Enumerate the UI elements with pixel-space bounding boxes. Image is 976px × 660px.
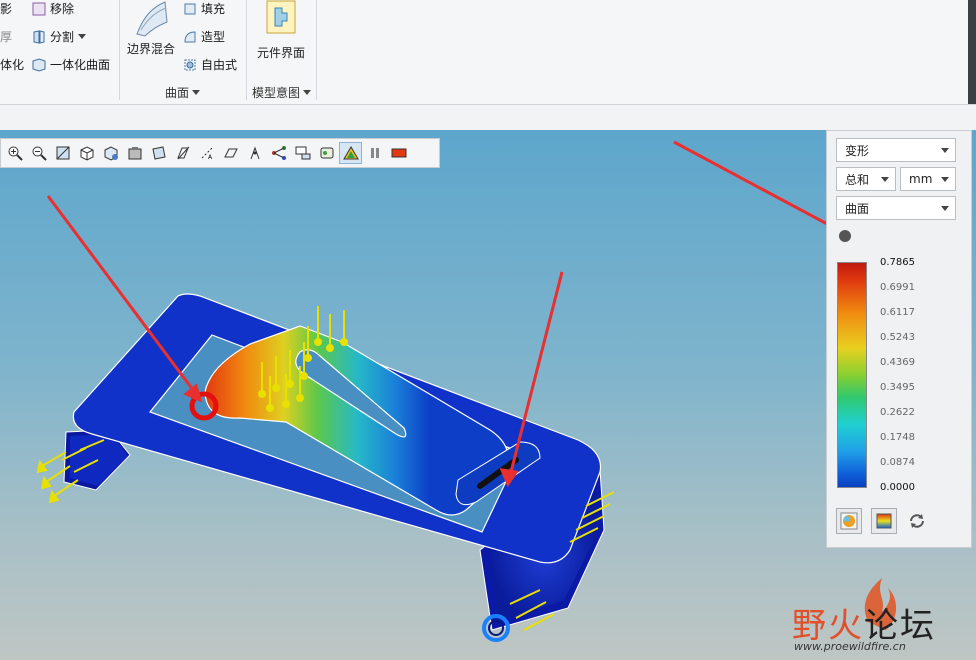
datum-axis-button[interactable]: A bbox=[195, 142, 218, 164]
legend-value: 0.6117 bbox=[880, 307, 915, 318]
chevron-down-icon bbox=[941, 147, 949, 153]
result-display-options-button[interactable] bbox=[836, 508, 862, 534]
ribbon-item-solidify[interactable]: 体化 bbox=[0, 56, 24, 73]
split-icon bbox=[33, 29, 45, 44]
datum-plane-icon bbox=[223, 148, 238, 158]
refresh-icon bbox=[910, 514, 924, 528]
chevron-down-icon bbox=[941, 205, 949, 211]
refresh-button[interactable] bbox=[907, 512, 927, 530]
results-panel: 变形 总和 mm 曲面 0.7865 0.6991 0.6117 0.5243 … bbox=[826, 130, 972, 548]
legend-value: 0.5243 bbox=[880, 332, 915, 343]
svg-text:A: A bbox=[208, 154, 213, 161]
legend-value: 0.4369 bbox=[880, 357, 915, 368]
appearance-button[interactable] bbox=[315, 142, 338, 164]
fill-button[interactable]: 填充 bbox=[183, 0, 225, 17]
pause-button[interactable] bbox=[363, 142, 386, 164]
legend-value-min: 0.0000 bbox=[880, 482, 915, 493]
boundary-blend-button[interactable]: 边界混合 bbox=[124, 0, 178, 57]
view-orient-button[interactable] bbox=[75, 142, 98, 164]
refit-icon bbox=[56, 146, 69, 160]
freestyle-button[interactable]: 自由式 bbox=[183, 56, 237, 73]
results-animation-button[interactable] bbox=[339, 142, 362, 164]
legend-value: 0.0874 bbox=[880, 457, 915, 468]
remove-icon bbox=[32, 2, 46, 15]
annotation-button[interactable] bbox=[291, 142, 314, 164]
ribbon-item-thicken[interactable]: 厚 bbox=[0, 28, 12, 45]
zoom-out-icon bbox=[32, 146, 47, 161]
saved-views-button[interactable] bbox=[99, 142, 122, 164]
annotation-icon bbox=[295, 146, 310, 160]
zoom-in-button[interactable] bbox=[3, 142, 26, 164]
units-select[interactable]: mm bbox=[900, 167, 956, 191]
saved-views-icon bbox=[104, 146, 118, 161]
split-button[interactable]: 分割 bbox=[32, 28, 87, 45]
refit-button[interactable] bbox=[51, 142, 74, 164]
datum-axis-icon: A bbox=[201, 147, 213, 161]
display-style-button[interactable] bbox=[123, 142, 146, 164]
component-interface-icon bbox=[266, 0, 296, 34]
appearance-icon bbox=[320, 147, 333, 159]
scrollbar-edge bbox=[968, 0, 976, 104]
chevron-down-icon bbox=[881, 176, 889, 182]
group-label-surfaces[interactable]: 曲面 bbox=[165, 84, 201, 101]
spin-center-button[interactable] bbox=[267, 142, 290, 164]
chevron-down-icon bbox=[941, 176, 949, 182]
datum-point-icon bbox=[250, 146, 259, 160]
display-select[interactable]: 曲面 bbox=[836, 196, 956, 220]
fill-icon bbox=[184, 3, 196, 14]
perspective-icon bbox=[151, 146, 166, 160]
view-orient-icon bbox=[80, 146, 93, 161]
component-select[interactable]: 总和 bbox=[836, 167, 896, 191]
color-scale-icon bbox=[876, 513, 892, 529]
legend-handle-icon[interactable] bbox=[839, 230, 851, 242]
legend-options-button[interactable] bbox=[871, 508, 897, 534]
group-label-model-intent[interactable]: 模型意图 bbox=[252, 84, 312, 101]
datum-plane-button[interactable] bbox=[219, 142, 242, 164]
chevron-down-icon bbox=[78, 34, 87, 39]
group-separator bbox=[246, 0, 247, 100]
legend-value: 0.1748 bbox=[880, 432, 915, 443]
secondary-toolbar bbox=[0, 105, 976, 131]
legend-color-bar bbox=[837, 262, 867, 488]
chevron-down-icon bbox=[303, 90, 312, 95]
view-toolbar: A bbox=[0, 138, 440, 168]
ribbon-item-shadow[interactable]: 影 bbox=[0, 0, 12, 17]
site-watermark: 野火论坛 www.proewildfire.cn bbox=[790, 560, 976, 660]
legend-icon bbox=[391, 148, 406, 158]
shaded-sphere-icon bbox=[840, 512, 858, 530]
legend-value-max: 0.7865 bbox=[880, 257, 915, 268]
results-animation-icon bbox=[342, 146, 359, 160]
display-style-icon bbox=[128, 147, 141, 160]
component-interface-button[interactable]: 元件界面 bbox=[252, 0, 310, 61]
group-separator bbox=[316, 0, 317, 100]
solidify-surface-button[interactable]: 一体化曲面 bbox=[32, 56, 110, 73]
legend-value: 0.6991 bbox=[880, 282, 915, 293]
boundary-blend-icon bbox=[136, 1, 168, 37]
pause-icon bbox=[370, 148, 379, 158]
datum-display-button[interactable] bbox=[171, 142, 194, 164]
datum-display-icon bbox=[176, 146, 189, 160]
group-separator bbox=[119, 0, 120, 100]
graphics-viewport[interactable]: A 变形 总和 mm 曲面 0.7865 0.6991 0.6117 0.524… bbox=[0, 130, 976, 660]
zoom-in-icon bbox=[8, 146, 23, 161]
zoom-out-button[interactable] bbox=[27, 142, 50, 164]
chevron-down-icon bbox=[192, 90, 201, 95]
freestyle-icon bbox=[184, 59, 196, 70]
ribbon: 影 厚 体化 移除 分割 一体化曲面 边界混合 填充 造型 自由式 曲面 元件界… bbox=[0, 0, 976, 105]
solidify-surface-icon bbox=[32, 57, 46, 72]
datum-point-button[interactable] bbox=[243, 142, 266, 164]
spin-center-icon bbox=[271, 146, 286, 160]
perspective-button[interactable] bbox=[147, 142, 170, 164]
legend-value: 0.2622 bbox=[880, 407, 915, 418]
style-button[interactable]: 造型 bbox=[183, 28, 225, 45]
legend-button[interactable] bbox=[387, 142, 410, 164]
legend-value: 0.3495 bbox=[880, 382, 915, 393]
style-icon bbox=[184, 30, 196, 42]
quantity-select[interactable]: 变形 bbox=[836, 138, 956, 162]
remove-button[interactable]: 移除 bbox=[32, 0, 74, 17]
